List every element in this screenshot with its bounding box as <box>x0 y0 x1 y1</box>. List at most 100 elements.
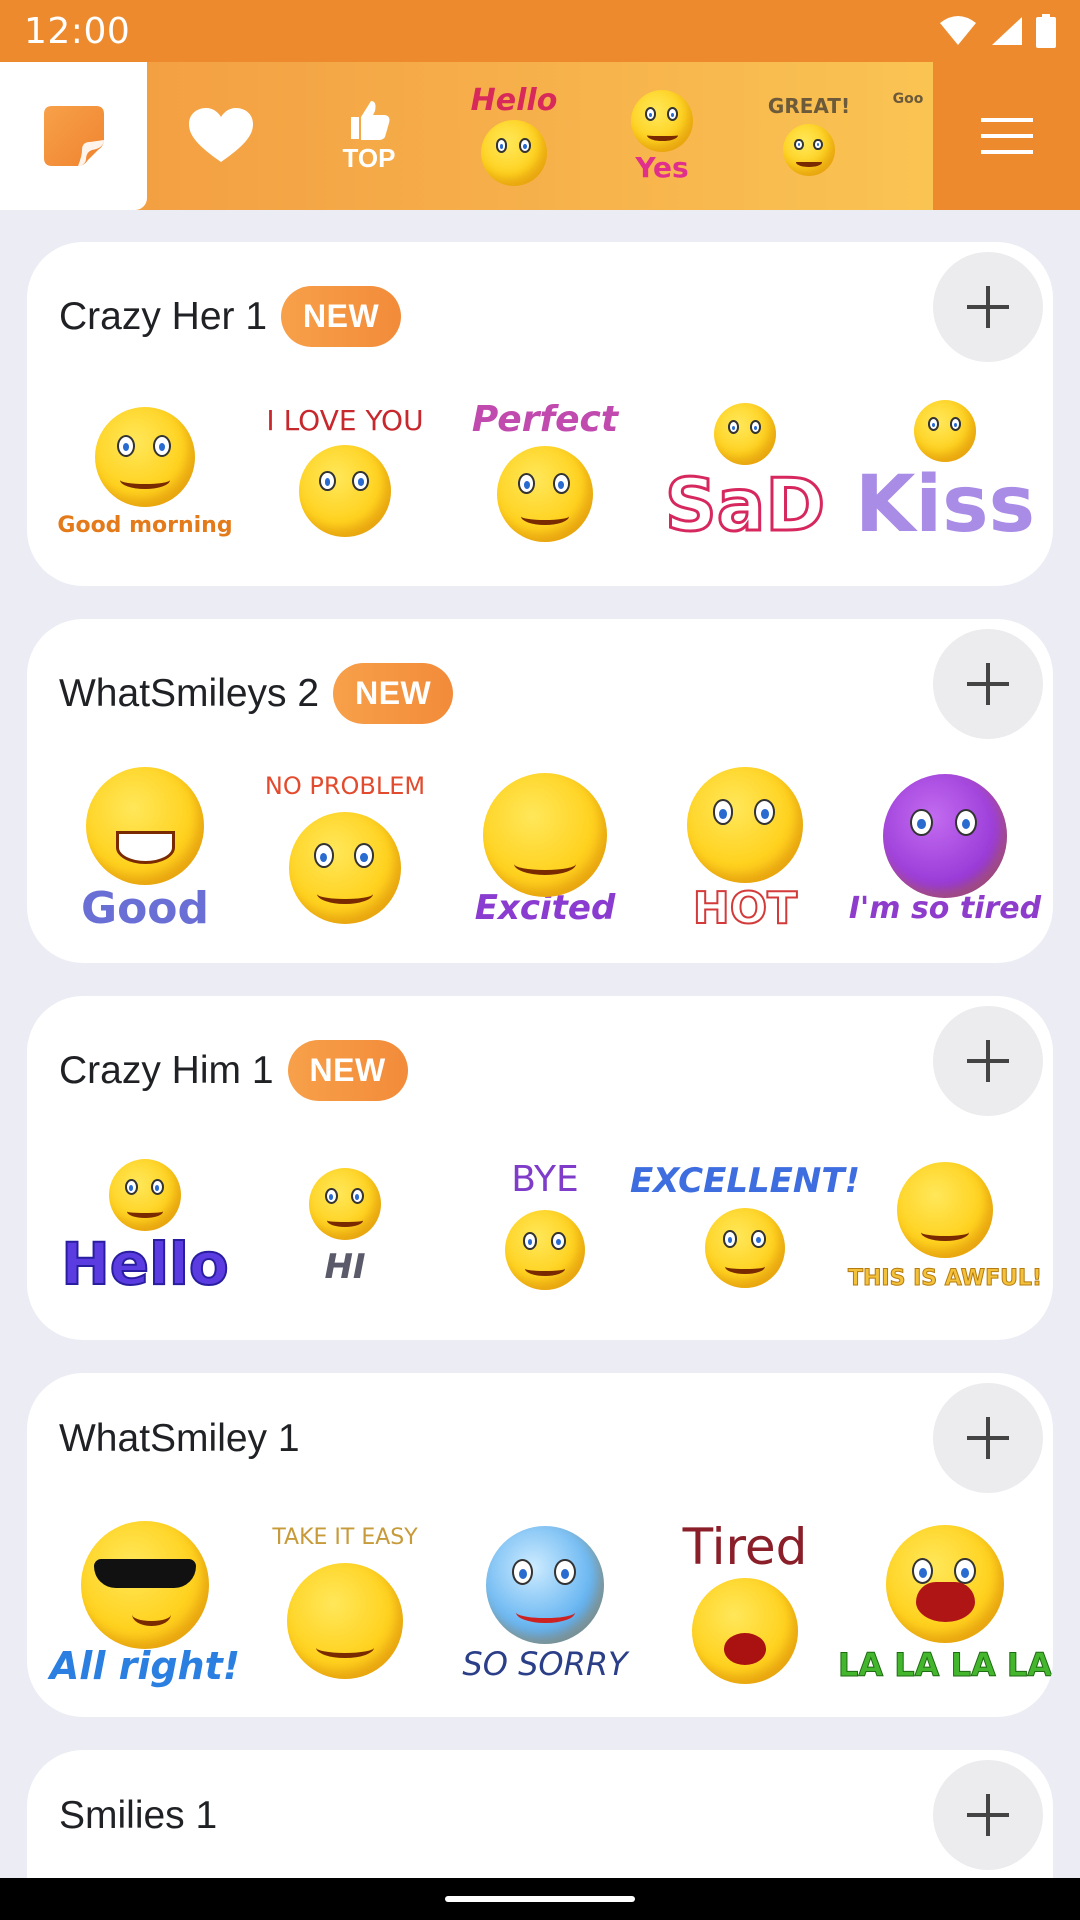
purple-emoji-icon <box>883 774 1007 898</box>
sticker[interactable]: I'm so tired <box>845 749 1045 949</box>
emoji-face-icon <box>914 400 976 462</box>
add-pack-button[interactable] <box>933 252 1043 362</box>
great-pack-label: GREAT! <box>767 94 851 118</box>
add-pack-button[interactable] <box>933 1006 1043 1116</box>
sticker[interactable]: All right! <box>45 1503 245 1703</box>
battery-icon <box>1036 14 1056 48</box>
sticker-pack-card[interactable]: Crazy Him 1 NEW Hello HI BYE EXCELLENT! … <box>27 996 1053 1340</box>
hamburger-menu-icon <box>980 118 1033 154</box>
sticker-caption: Good morning <box>57 513 233 538</box>
plus-icon <box>967 1417 1009 1459</box>
category-bar: TOP Hello Yes GREAT! Goo <box>0 62 1080 210</box>
add-pack-button[interactable] <box>933 629 1043 739</box>
sticker[interactable]: SaD <box>645 372 845 572</box>
wave-emoji-icon <box>505 1210 585 1290</box>
sticker-row: All right! TAKE IT EASY SO SORRY Tired L… <box>45 1503 1053 1703</box>
pack-title-row: Crazy Him 1 NEW <box>59 1040 408 1101</box>
pack-title: Smilies 1 <box>59 1794 218 1837</box>
sticker-row: Hello HI BYE EXCELLENT! THIS IS AWFUL! <box>45 1126 1045 1326</box>
sticker[interactable]: Good morning <box>45 372 245 572</box>
sticker-caption: THIS IS AWFUL! <box>847 1266 1043 1291</box>
pack-title-row: Smilies 1 <box>59 1794 217 1838</box>
sticker[interactable]: Hello <box>45 1126 245 1326</box>
signal-icon <box>992 17 1022 45</box>
sticker-pack-card[interactable]: WhatSmiley 1 All right! TAKE IT EASY SO … <box>27 1373 1053 1717</box>
sticker-caption: TAKE IT EASY <box>272 1525 418 1550</box>
plus-icon <box>967 663 1009 705</box>
tab-favorites[interactable] <box>147 62 295 210</box>
navigation-bar <box>0 1878 1080 1920</box>
tab-top[interactable]: TOP <box>295 62 443 210</box>
sticker-caption: I'm so tired <box>848 891 1042 926</box>
wifi-icon <box>940 16 976 45</box>
sticker[interactable]: HOT <box>645 749 845 949</box>
sticker-caption: Kiss <box>854 460 1036 550</box>
kiss-emoji-icon <box>481 120 547 186</box>
add-pack-button[interactable] <box>933 1383 1043 1493</box>
sticker[interactable]: BYE <box>445 1126 645 1326</box>
sticker[interactable]: Good <box>45 749 245 949</box>
cap-emoji-icon <box>109 1159 181 1231</box>
sticker[interactable]: THIS IS AWFUL! <box>845 1126 1045 1326</box>
sticker-pack-card[interactable]: WhatSmileys 2 NEW Good NO PROBLEM Excite… <box>27 619 1053 963</box>
thumbs-emoji-icon <box>705 1208 785 1288</box>
sticker[interactable]: HI <box>245 1126 445 1326</box>
angel-emoji-icon <box>486 1526 604 1644</box>
sticker[interactable]: Excited <box>445 749 645 949</box>
plus-icon <box>967 286 1009 328</box>
pack-title-row: WhatSmileys 2 NEW <box>59 663 454 724</box>
pack-title-row: Crazy Her 1 NEW <box>59 286 402 347</box>
sticker[interactable]: NO PROBLEM <box>245 749 445 949</box>
tab-my-stickers[interactable] <box>0 62 147 210</box>
menu-button[interactable] <box>933 62 1080 210</box>
next-pack-label: Goo <box>892 91 924 107</box>
sticker[interactable]: Tired <box>645 1503 845 1703</box>
tab-great-pack[interactable]: GREAT! <box>735 62 883 210</box>
emoji-face-icon <box>299 445 391 537</box>
sticker-caption: EXCELLENT! <box>629 1161 861 1201</box>
new-badge: NEW <box>287 1040 408 1101</box>
sticker-caption: SaD <box>663 463 826 547</box>
tab-hello-pack[interactable]: Hello <box>440 62 588 210</box>
new-badge: NEW <box>281 286 402 347</box>
singing-emoji-icon <box>886 1525 1004 1643</box>
pack-title: Crazy Him 1 <box>59 1048 274 1092</box>
home-gesture-handle[interactable] <box>445 1896 635 1902</box>
sticker-caption: HOT <box>692 883 798 934</box>
pack-title: WhatSmiley 1 <box>59 1417 300 1460</box>
sticker-caption: SO SORRY <box>462 1645 628 1683</box>
emoji-face-icon <box>714 403 776 465</box>
sticker-caption: I LOVE YOU <box>266 404 424 437</box>
status-time: 12:00 <box>24 10 131 52</box>
sticker[interactable]: SO SORRY <box>445 1503 645 1703</box>
sticker-caption: BYE <box>511 1159 579 1200</box>
sticker-row: Good NO PROBLEM Excited HOT I'm so tired <box>45 749 1045 949</box>
sticker[interactable]: I LOVE YOU <box>245 372 445 572</box>
yes-pack-label: Yes <box>635 151 689 184</box>
add-pack-button[interactable] <box>933 1760 1043 1870</box>
sticker[interactable]: TAKE IT EASY <box>245 1503 445 1703</box>
sticker-caption: NO PROBLEM <box>264 772 426 800</box>
status-bar: 12:00 <box>0 0 1080 62</box>
emoji-face-icon <box>95 407 195 507</box>
sticker-pack-card[interactable]: Crazy Her 1 NEW Good morning I LOVE YOU … <box>27 242 1053 586</box>
new-badge: NEW <box>333 663 454 724</box>
tongue-emoji-icon <box>289 812 401 924</box>
tab-yes-pack[interactable]: Yes <box>588 62 736 210</box>
sticker-pack-card[interactable]: Smilies 1 <box>27 1750 1053 1878</box>
sticker-app-icon <box>43 106 104 166</box>
star-eyes-emoji-icon <box>483 773 607 897</box>
sticker[interactable]: LA LA LA LA <box>837 1503 1053 1703</box>
sticker-row: Good morning I LOVE YOU Perfect SaD Kiss <box>45 372 1045 572</box>
tab-next-pack[interactable]: Goo <box>883 62 933 210</box>
grin-emoji-icon <box>86 767 204 885</box>
headphones-emoji-icon <box>287 1563 403 1679</box>
pack-title: Crazy Her 1 <box>59 294 268 338</box>
emoji-face-icon <box>497 446 593 542</box>
sticker-caption: HI <box>324 1247 366 1287</box>
sweat-emoji-icon <box>687 767 803 883</box>
sticker[interactable]: Kiss <box>845 372 1045 572</box>
sticker[interactable]: EXCELLENT! <box>630 1126 860 1326</box>
sticker[interactable]: Perfect <box>445 372 645 572</box>
plus-icon <box>967 1040 1009 1082</box>
